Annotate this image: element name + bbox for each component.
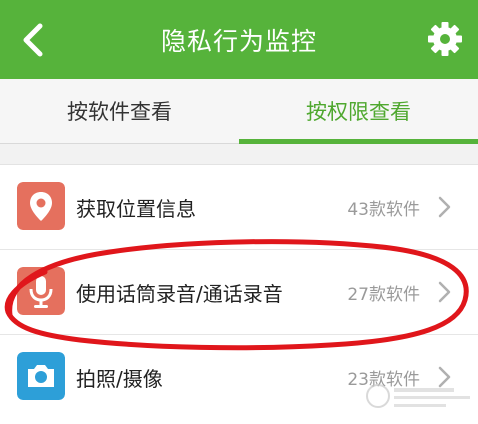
tab-by-app[interactable]: 按软件查看 [0, 79, 239, 143]
chevron-right-icon [438, 196, 451, 218]
tab-bar: 按软件查看 按权限查看 [0, 79, 478, 144]
app-count: 43款软件 [347, 199, 420, 220]
page-title: 隐私行为监控 [160, 26, 317, 56]
list-item-label: 拍照/摄像 [76, 366, 163, 391]
list-item-camera[interactable]: 拍照/摄像 23款软件 [0, 335, 478, 424]
microphone-icon [17, 267, 65, 315]
app-header: 隐私行为监控 [0, 0, 478, 79]
list-item-location[interactable]: 获取位置信息 43款软件 [0, 165, 478, 250]
app-count: 23款软件 [347, 369, 420, 390]
gear-icon[interactable] [426, 20, 464, 58]
chevron-right-icon [438, 281, 451, 303]
app-count: 27款软件 [347, 284, 420, 305]
section-spacer [0, 144, 478, 164]
camera-icon [17, 352, 65, 400]
permission-list: 获取位置信息 43款软件 使用话筒录音/通话录音 27款软件 拍照/摄像 23款… [0, 164, 478, 424]
list-item-label: 获取位置信息 [76, 196, 196, 221]
location-pin-icon [17, 182, 65, 230]
list-item-microphone[interactable]: 使用话筒录音/通话录音 27款软件 [0, 250, 478, 335]
chevron-right-icon [438, 366, 451, 388]
list-item-label: 使用话筒录音/通话录音 [76, 281, 283, 306]
tab-by-permission[interactable]: 按权限查看 [239, 79, 478, 143]
